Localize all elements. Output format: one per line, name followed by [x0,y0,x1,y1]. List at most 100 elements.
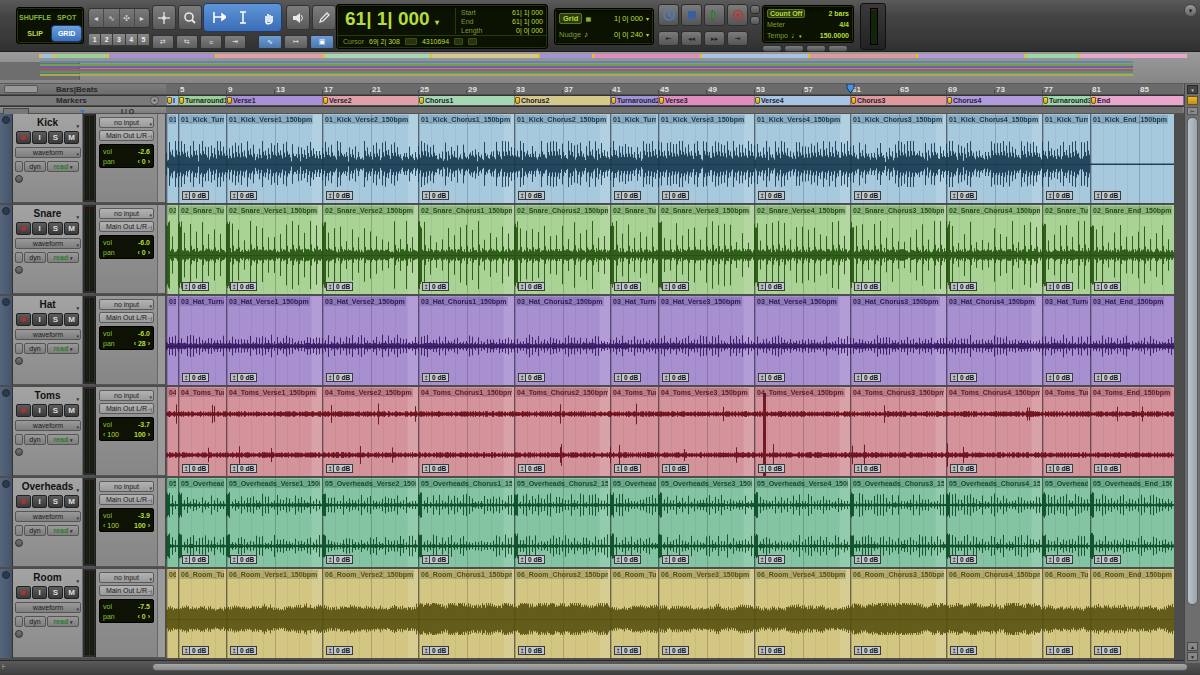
marker-Verse1[interactable]: Verse1 [226,96,322,105]
grid-value[interactable]: 1| 0| 000 [614,14,643,23]
universe-overview[interactable] [0,52,1200,84]
end-value[interactable]: 61| 1| 000 [512,18,543,25]
region-gain-badge[interactable]: ↥0 dB [326,464,353,473]
track-view-selector[interactable]: waveform▾ [15,511,81,522]
audio-region[interactable]: 01_Kick_Chorus3_150bpm↥0 dB [850,114,946,203]
audio-region[interactable]: 04_Toms_Turnaround3_150bpm↥0 dB [1042,387,1090,476]
audio-region[interactable]: 01_Kick_Verse2_150bpm↥0 dB [322,114,418,203]
input-selector[interactable]: no input▾ [99,390,154,401]
track-options-knob[interactable] [15,630,23,638]
region-gain-badge[interactable]: ↥0 dB [230,646,257,655]
audio-region[interactable]: 03_Hat_End_150bpm↥0 dB [1090,296,1174,385]
audio-region[interactable]: 04_Toms_Verse3_150bpm↥0 dB [658,387,754,476]
audio-region[interactable]: 05_Overheads_Chorus1_150bpm↥0 dB [418,478,514,567]
track-content-lane[interactable]: 0606_Room_Turnaround1_150bpm↥0 dB06_Room… [166,569,1183,658]
timebase-selector[interactable]: dyn [24,525,46,536]
vol-pan-display[interactable]: vol-7.5 pan‹ 0 › [99,599,154,623]
region-gain-badge[interactable]: ↥0 dB [854,555,881,564]
region-gain-badge[interactable]: ↥0 dB [1094,191,1121,200]
region-gain-badge[interactable]: ↥0 dB [182,646,209,655]
mode-spot-button[interactable]: SPOT [52,10,81,25]
region-gain-badge[interactable]: ↥0 dB [518,464,545,473]
region-gain-badge[interactable]: ↥0 dB [1094,373,1121,382]
crosshair-tool-button[interactable] [152,5,176,30]
region-gain-badge[interactable]: ↥0 dB [230,282,257,291]
mute-button[interactable]: M [64,131,79,144]
grid-display-icon[interactable] [468,38,477,45]
h-scroll-left-icon[interactable]: ⊦ [2,663,6,671]
automation-mode-selector[interactable]: read ▾ [47,434,79,445]
audio-region[interactable]: 03_Hat_Turnaround2_150bpm↥0 dB [610,296,658,385]
timebase-selector[interactable]: dyn [24,434,46,445]
metronome-button[interactable] [762,45,782,52]
solo-button[interactable]: S [48,222,63,235]
add-marker-button[interactable]: + [150,96,159,105]
region-gain-badge[interactable]: ↥0 dB [614,646,641,655]
audio-region[interactable]: 02_Snare_Turnaround1_150bpm↥0 dB [178,205,226,294]
audio-region[interactable]: 05_Overheads_End_150bpm↥0 dB [1090,478,1174,567]
audio-region[interactable]: 06_Room_Verse3_150bpm↥0 dB [658,569,754,658]
marker-flag-icon[interactable] [1091,97,1096,104]
audio-region[interactable]: 02_Snare_Chorus3_150bpm↥0 dB [850,205,946,294]
vol-pan-display[interactable]: vol-6.0 pan‹ 0 › [99,235,154,259]
audio-region[interactable]: 02_Snare_Chorus4_150bpm↥0 dB [946,205,1042,294]
mute-button[interactable]: M [64,586,79,599]
region-gain-badge[interactable]: ↥0 dB [422,646,449,655]
audio-region[interactable]: 01_Kick_Turnaround1_150bpm↥0 dB [178,114,226,203]
tempo-value[interactable]: 150.0000 [820,32,849,39]
region-gain-badge[interactable]: ↥0 dB [662,191,689,200]
audio-region[interactable]: 04_Toms_Turnaround1_150bpm↥0 dB [178,387,226,476]
v-scroll-thumb[interactable] [1187,117,1198,605]
input-monitor-button[interactable]: I [32,222,47,235]
audio-region[interactable]: 01_Kick_Verse1_150bpm↥0 dB [226,114,322,203]
return-to-zero-button[interactable]: ⇤ [658,31,679,46]
region-gain-badge[interactable]: ↥0 dB [950,373,977,382]
audio-region[interactable]: 04_Toms_Chorus4_150bpm↥0 dB [946,387,1042,476]
region-gain-badge[interactable]: ↥0 dB [230,555,257,564]
transport-expand-top[interactable] [750,5,760,14]
online-button[interactable] [658,4,679,26]
output-selector[interactable]: Main Out L/R⊣ [99,312,154,323]
play-button[interactable] [704,4,725,26]
audio-region[interactable]: 04_Toms_Verse2_150bpm↥0 dB [322,387,418,476]
region-gain-badge[interactable]: ↥0 dB [950,191,977,200]
audio-region[interactable]: 06_Room_Chorus2_150bpm↥0 dB [514,569,610,658]
marker-Chorus4[interactable]: Chorus4 [946,96,1042,105]
marker-Turnaround3[interactable]: Turnaround3 [1042,96,1090,105]
track-content-lane[interactable]: 0101_Kick_Turnaround1_150bpm↥0 dB01_Kick… [166,114,1183,203]
zoom-preset-5[interactable]: 5 [138,33,150,46]
audio-region[interactable]: 03_Hat_Chorus2_150bpm↥0 dB [514,296,610,385]
audio-region[interactable]: 05_Overheads_Chorus2_150bpm↥0 dB [514,478,610,567]
region-gain-badge[interactable]: ↥0 dB [614,373,641,382]
input-selector[interactable]: no input▾ [99,572,154,583]
audio-region[interactable]: 05_Overheads_Verse4_150bpm↥0 dB [754,478,850,567]
count-off-button[interactable] [784,45,804,52]
region-gain-badge[interactable]: ↥0 dB [614,555,641,564]
input-selector[interactable]: no input▾ [99,208,154,219]
track-content-lane[interactable]: 0505_Overheads_Turnaround1_150bpm↥0 dB05… [166,478,1183,567]
region-gain-badge[interactable]: ↥0 dB [758,555,785,564]
length-value[interactable]: 0| 0| 000 [516,27,543,34]
audio-region[interactable]: 01_Kick_End_150bpm↥0 dB [1090,114,1174,203]
input-selector[interactable]: no input▾ [99,481,154,492]
region-gain-badge[interactable]: ↥0 dB [854,191,881,200]
region-gain-badge[interactable]: ↥0 dB [1046,191,1073,200]
trim-tool-button[interactable] [206,5,230,30]
grabber-tool-button[interactable] [256,5,280,30]
zoom-in-arrow[interactable]: ▸ [135,9,149,27]
ruler-view-selector[interactable] [4,85,38,93]
scrubber-tool-button[interactable] [286,5,310,30]
region-gain-badge[interactable]: ↥0 dB [230,191,257,200]
audio-region[interactable]: 05_Overheads_Verse3_150bpm↥0 dB [658,478,754,567]
link-track-edit-icon[interactable]: ⇆ [176,35,198,49]
track-options-knob[interactable] [15,357,23,365]
region-gain-badge[interactable]: ↥0 dB [1046,373,1073,382]
ruler-options-icon[interactable]: ▾ [1187,85,1198,94]
record-enable-button[interactable] [16,313,31,326]
audio-region[interactable]: 03_Hat_Verse2_150bpm↥0 dB [322,296,418,385]
insertion-follows-playback-icon[interactable]: ∿ [258,35,282,49]
audio-region[interactable]: 05_Overheads_Turnaround3_150bpm↥0 dB [1042,478,1090,567]
meter-label[interactable]: Meter [767,21,785,28]
main-counter-value[interactable]: 61| 1| 000 ▾ [345,8,439,30]
zoom-preset-1[interactable]: 1 [88,33,101,46]
